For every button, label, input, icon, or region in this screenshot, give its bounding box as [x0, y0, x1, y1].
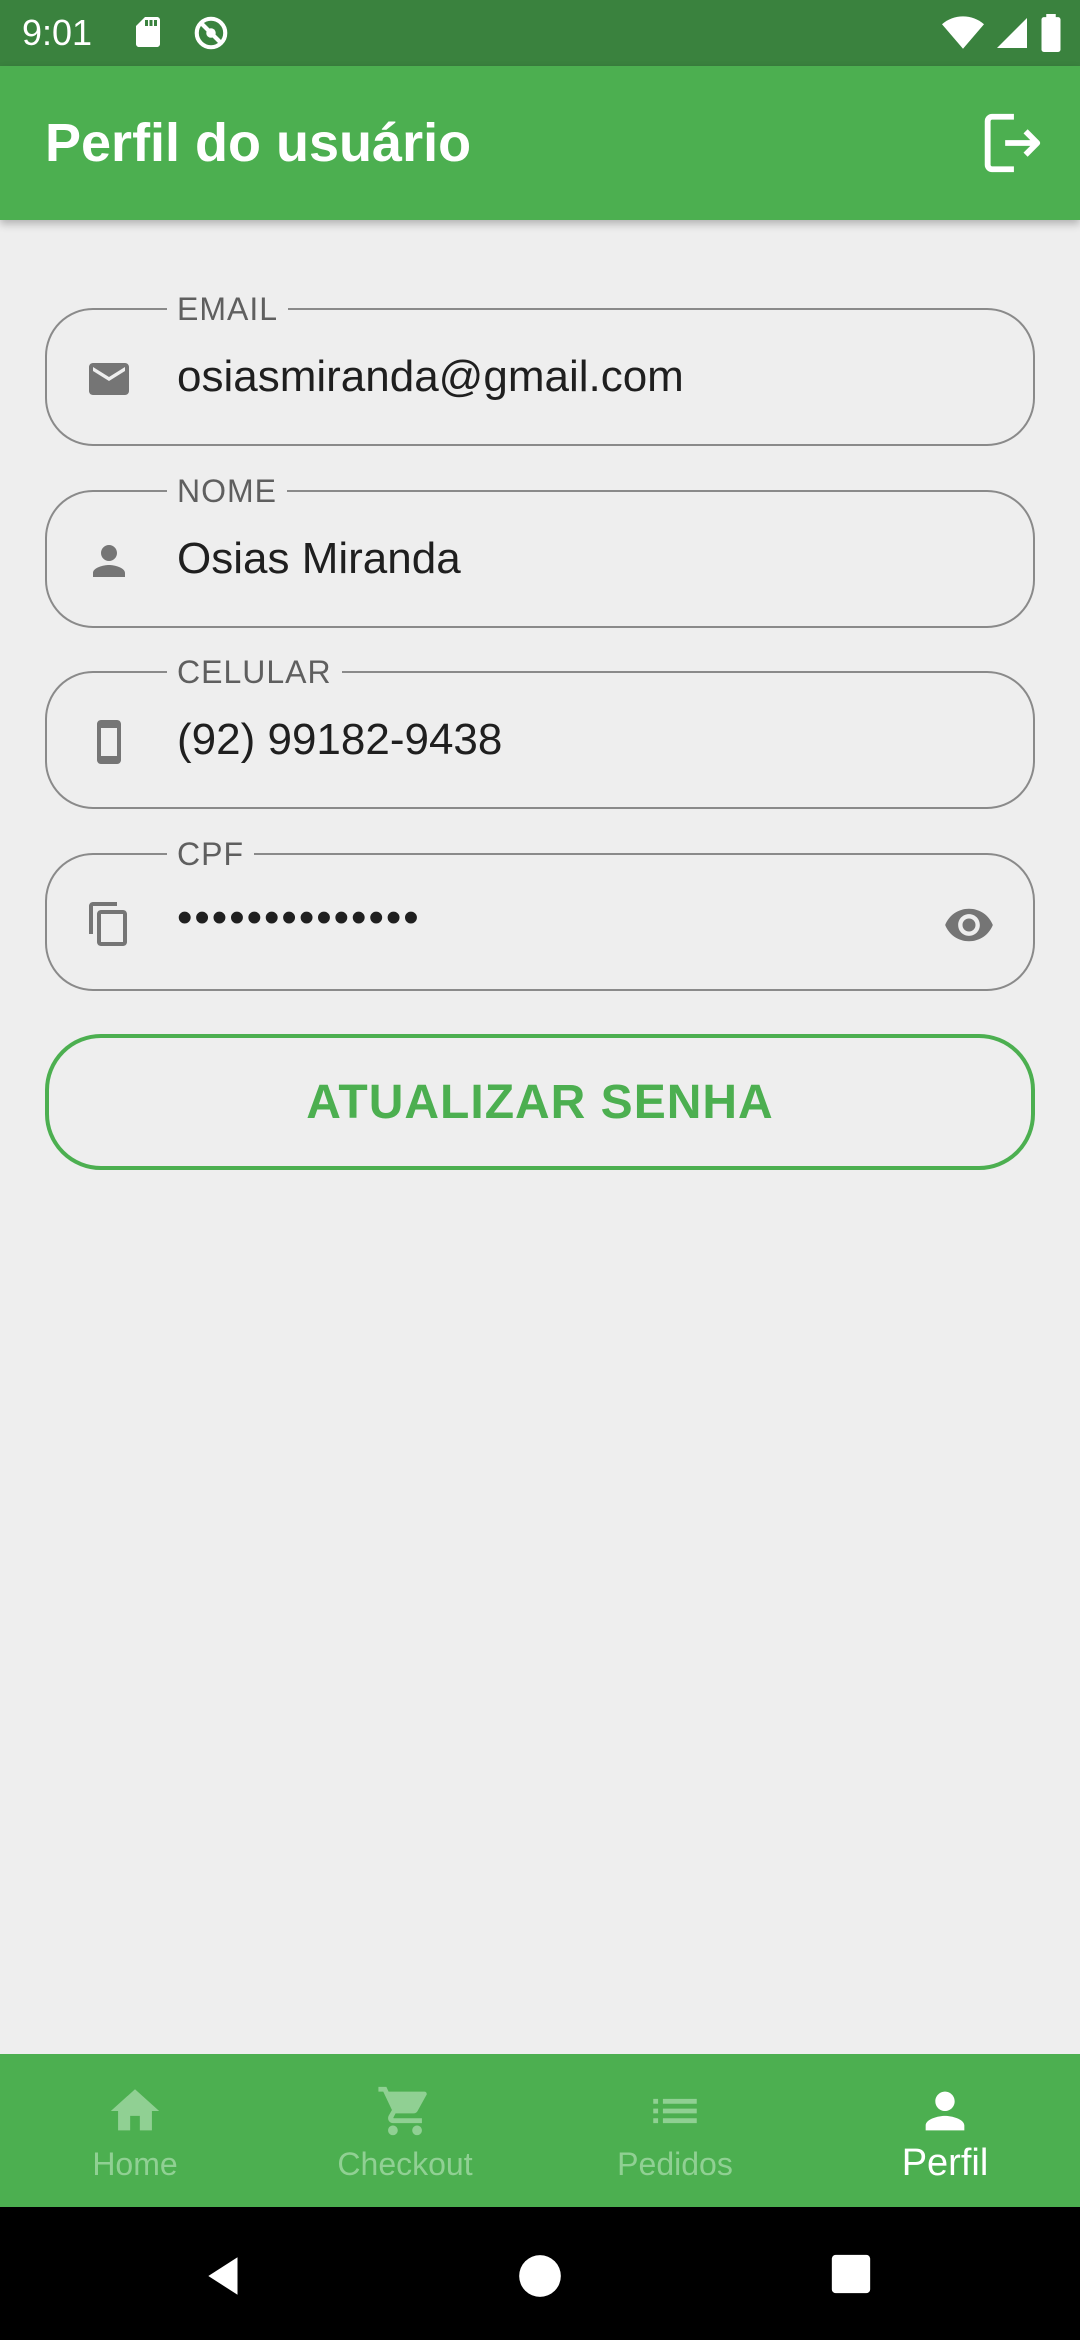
home-circle-icon[interactable] — [515, 2251, 565, 2301]
phone-value[interactable]: (92) 99182-9438 — [177, 715, 502, 765]
email-field[interactable]: EMAIL osiasmiranda@gmail.com — [45, 291, 1035, 446]
signal-icon — [994, 15, 1030, 51]
person-icon — [925, 2091, 965, 2131]
email-icon — [89, 363, 129, 395]
logout-button[interactable] — [976, 108, 1046, 178]
person-icon — [93, 545, 125, 577]
system-nav-bar — [0, 2207, 1080, 2340]
copy-icon — [89, 902, 127, 946]
cart-icon — [378, 2086, 427, 2136]
wifi-icon — [942, 14, 984, 52]
nav-item-pedidos[interactable]: Pedidos — [540, 2054, 810, 2207]
name-value[interactable]: Osias Miranda — [177, 534, 461, 584]
cpf-label: CPF — [167, 836, 254, 872]
nav-item-home[interactable]: Home — [0, 2054, 270, 2207]
email-label: EMAIL — [167, 291, 289, 327]
email-value[interactable]: osiasmiranda@gmail.com — [177, 352, 684, 402]
bottom-nav: Home Checkout Pedidos Perfil — [0, 2054, 1080, 2207]
home-icon — [110, 2089, 160, 2131]
cpf-field[interactable]: CPF •••••••••••••• — [45, 836, 1035, 991]
name-field[interactable]: NOME Osias Miranda — [45, 473, 1035, 628]
status-time: 9:01 — [22, 12, 93, 53]
eye-icon[interactable] — [943, 899, 995, 951]
nav-item-checkout[interactable]: Checkout — [270, 2054, 540, 2207]
phone-icon — [97, 720, 121, 764]
phone-label: CELULAR — [167, 654, 342, 690]
nav-item-perfil[interactable]: Perfil — [810, 2054, 1080, 2207]
status-bar: 9:01 — [0, 0, 1080, 66]
logout-icon — [984, 113, 1041, 173]
nav-label-checkout: Checkout — [337, 2146, 473, 2182]
back-icon[interactable] — [200, 2251, 250, 2301]
page-title: Perfil do usuário — [45, 113, 472, 173]
name-label: NOME — [167, 473, 287, 509]
nav-label-pedidos: Pedidos — [617, 2146, 733, 2182]
no-disturb-icon — [192, 14, 230, 52]
nav-label-perfil: Perfil — [901, 2142, 989, 2184]
update-password-button[interactable]: ATUALIZAR SENHA — [45, 1034, 1035, 1170]
app-bar: Perfil do usuário — [0, 66, 1080, 220]
cpf-value[interactable]: •••••••••••••• — [177, 893, 421, 943]
recents-icon[interactable] — [828, 2251, 874, 2297]
phone-field[interactable]: CELULAR (92) 99182-9438 — [45, 654, 1035, 809]
sd-card-icon — [130, 14, 166, 52]
nav-label-home: Home — [92, 2146, 178, 2182]
battery-icon — [1040, 14, 1062, 52]
list-icon — [653, 2098, 697, 2124]
